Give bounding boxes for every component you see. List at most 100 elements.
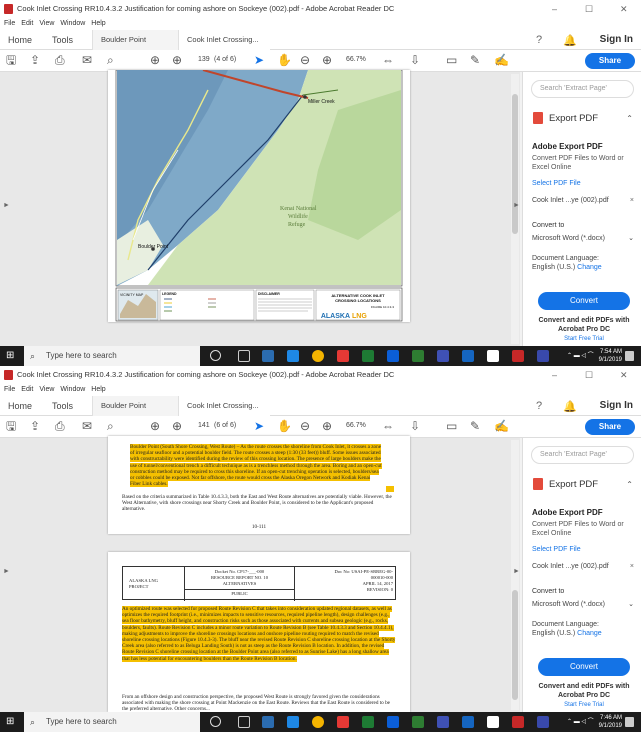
tab-boulder-point[interactable]: Boulder Point Resp... (92, 396, 178, 430)
app-icon-7[interactable] (537, 716, 549, 728)
maximize-icon[interactable]: ☐ (585, 366, 593, 384)
cortana-icon[interactable] (210, 716, 221, 727)
task-view-icon[interactable] (238, 350, 250, 362)
print-icon[interactable]: ⎙ (55, 419, 65, 434)
taskbar-search[interactable]: ⌕ Type here to search (24, 346, 200, 366)
export-pdf-row[interactable]: Export PDF (533, 112, 598, 126)
document-view[interactable]: ► Miller Creek Boulder Point Kenai Natio… (0, 69, 520, 346)
notification-bell-icon[interactable]: 🔔 (563, 400, 577, 413)
zoom-level[interactable]: 66.7% (346, 422, 366, 429)
convert-button[interactable]: Convert (538, 292, 630, 310)
close-icon[interactable]: ✕ (620, 0, 628, 18)
print-icon[interactable]: ⎙ (55, 53, 65, 68)
email-icon[interactable]: ✉ (82, 53, 92, 68)
collapse-caret-icon[interactable]: ⌃ (626, 114, 633, 123)
format-dropdown[interactable]: Microsoft Word (*.docx) ⌄ (532, 234, 636, 243)
upload-icon[interactable]: ⇪ (30, 53, 40, 68)
email-icon[interactable]: ✉ (82, 419, 92, 434)
vertical-scrollbar[interactable] (511, 74, 519, 344)
highlight-pen-icon[interactable]: ✎ (470, 419, 480, 434)
word-icon[interactable] (462, 716, 474, 728)
menu-help[interactable]: Help (91, 20, 105, 27)
action-center-icon[interactable] (625, 717, 634, 727)
task-view-icon[interactable] (238, 716, 250, 728)
fit-page-icon[interactable]: ⇔ (382, 419, 394, 434)
page-down-icon[interactable]: ⊕ (172, 419, 182, 434)
remove-file-icon[interactable]: × (630, 196, 634, 205)
start-trial-link[interactable]: Start Free Trial (532, 336, 636, 342)
vertical-scrollbar[interactable] (511, 440, 519, 710)
system-tray-icons[interactable]: ⌃ ▬ ◁ ⌒ (567, 717, 594, 727)
comment-icon[interactable]: ▭ (446, 419, 457, 434)
taskbar-search[interactable]: ⌕ Type here to search (24, 712, 200, 732)
app-icon-2[interactable] (337, 350, 349, 362)
menu-help[interactable]: Help (91, 386, 105, 393)
scroll-mode-icon[interactable]: ⇩ (410, 419, 420, 434)
app-icon-2[interactable] (337, 716, 349, 728)
acrobat-taskbar-icon[interactable] (512, 716, 524, 728)
tab-cook-inlet[interactable]: Cook Inlet Crossing... × (178, 396, 270, 430)
windows-start-icon[interactable]: ⊞ (6, 717, 16, 727)
edge-icon[interactable] (287, 716, 299, 728)
menu-edit[interactable]: Edit (21, 20, 33, 27)
zoom-in-icon[interactable]: ⊕ (322, 53, 332, 68)
tab-home[interactable]: Home (8, 30, 32, 50)
chrome-icon[interactable] (312, 350, 324, 362)
zoom-out-icon[interactable]: ⊖ (300, 419, 310, 434)
comment-icon[interactable]: ▭ (446, 53, 457, 68)
zoom-out-icon[interactable]: ⊖ (300, 53, 310, 68)
collapse-caret-icon[interactable]: ⌃ (626, 480, 633, 489)
help-icon[interactable]: ? (536, 400, 542, 412)
tab-tools[interactable]: Tools (52, 396, 73, 416)
search-icon[interactable]: ⌕ (107, 53, 114, 68)
minimize-icon[interactable]: – (552, 366, 557, 384)
help-icon[interactable]: ? (536, 34, 542, 46)
share-button[interactable]: Share (585, 419, 635, 435)
fit-page-icon[interactable]: ⇔ (382, 53, 394, 68)
taskbar-clock[interactable]: 7:54 AM 9/1/2019 (596, 348, 622, 364)
maximize-icon[interactable]: ☐ (585, 0, 593, 18)
hand-tool-icon[interactable]: ✋ (277, 419, 292, 434)
search-tools-input[interactable]: Search 'Extract Page' (531, 80, 634, 98)
select-pdf-file-link[interactable]: Select PDF File (532, 546, 581, 553)
page-down-icon[interactable]: ⊕ (172, 53, 182, 68)
system-tray-icons[interactable]: ⌃ ▬ ◁ ⌒ (567, 351, 594, 361)
change-language-link[interactable]: Change (577, 630, 602, 637)
page-number-input[interactable]: 139 (198, 56, 210, 63)
app-icon-4[interactable] (412, 350, 424, 362)
change-language-link[interactable]: Change (577, 264, 602, 271)
upload-icon[interactable]: ⇪ (30, 419, 40, 434)
share-button[interactable]: Share (585, 53, 635, 69)
remove-file-icon[interactable]: × (630, 562, 634, 571)
edge-icon[interactable] (287, 350, 299, 362)
app-icon-1[interactable] (262, 716, 274, 728)
comment-marker-icon[interactable] (386, 486, 394, 492)
acrobat-taskbar-icon[interactable] (512, 350, 524, 362)
tab-boulder-point[interactable]: Boulder Point Resp... (92, 30, 178, 64)
menu-window[interactable]: Window (60, 20, 85, 27)
menu-view[interactable]: View (39, 20, 54, 27)
minimize-icon[interactable]: – (552, 0, 557, 18)
format-dropdown[interactable]: Microsoft Word (*.docx) ⌄ (532, 600, 636, 609)
sign-icon[interactable]: ✍ (494, 53, 509, 68)
chrome-icon[interactable] (312, 716, 324, 728)
word-icon[interactable] (462, 350, 474, 362)
page-up-icon[interactable]: ⊕ (150, 419, 160, 434)
export-pdf-row[interactable]: Export PDF (533, 478, 598, 492)
tab-tools[interactable]: Tools (52, 30, 73, 50)
menu-window[interactable]: Window (60, 386, 85, 393)
page-number-input[interactable]: 141 (198, 422, 210, 429)
scroll-thumb[interactable] (512, 94, 518, 234)
windows-start-icon[interactable]: ⊞ (6, 351, 16, 361)
tab-home[interactable]: Home (8, 396, 32, 416)
collapse-right-panel-icon[interactable]: ► (513, 568, 520, 575)
hand-tool-icon[interactable]: ✋ (277, 53, 292, 68)
collapse-left-panel-icon[interactable]: ► (3, 568, 10, 575)
start-trial-link[interactable]: Start Free Trial (532, 702, 636, 708)
select-pdf-file-link[interactable]: Select PDF File (532, 180, 581, 187)
menu-file[interactable]: File (4, 20, 15, 27)
search-tools-input[interactable]: Search 'Extract Page' (531, 446, 634, 464)
action-center-icon[interactable] (625, 351, 634, 361)
taskbar-clock[interactable]: 7:46 AM 9/1/2019 (596, 714, 622, 730)
menu-file[interactable]: File (4, 386, 15, 393)
